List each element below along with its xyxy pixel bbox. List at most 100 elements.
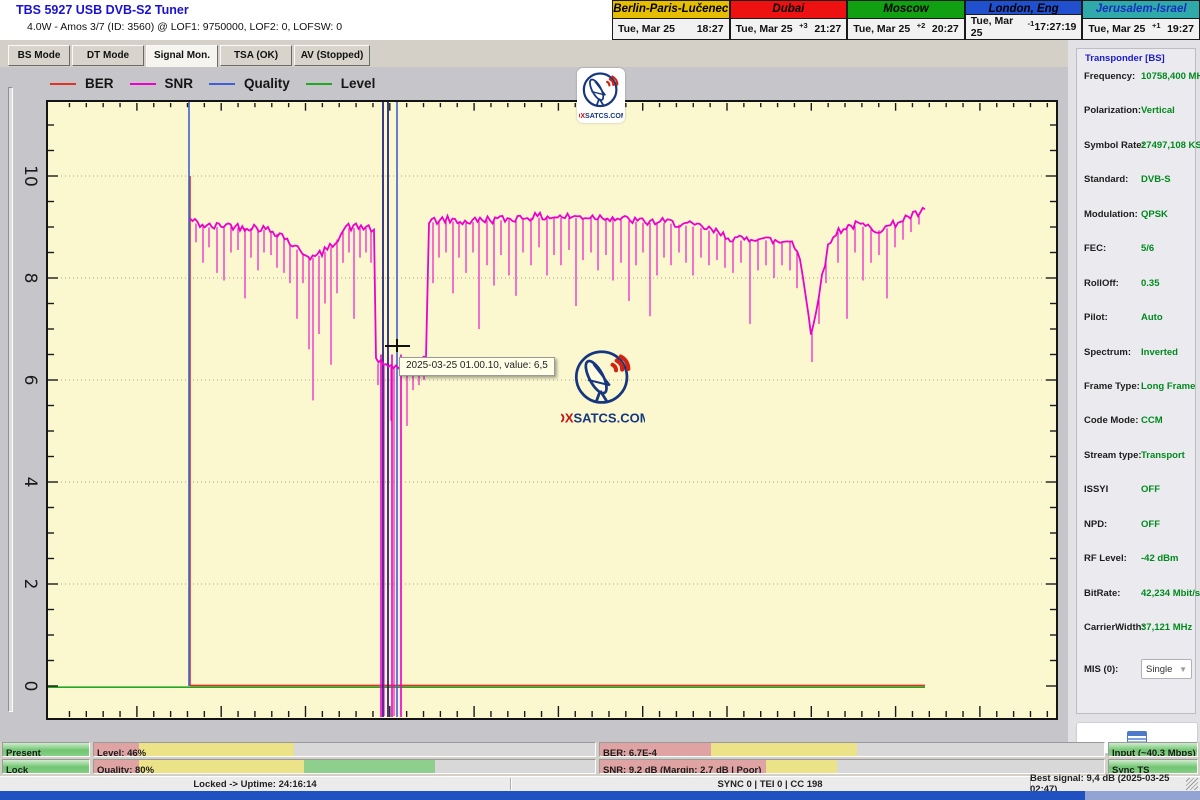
app-title: TBS 5927 USB DVB-S2 Tuner xyxy=(16,3,189,17)
clock-dubai: Dubai Tue, Mar 25 +3 21:27 xyxy=(730,0,848,40)
clock-date: Tue, Mar 25 xyxy=(1088,23,1145,35)
clock-city: Moscow xyxy=(848,1,964,19)
clock-london: London, Eng Tue, Mar 25 -1 17:27:19 xyxy=(965,0,1083,40)
quality-line-swatch xyxy=(209,83,235,85)
row-standard: Standard:DVB-S xyxy=(1084,174,1192,208)
dxsatcs-logo-small: DXSATCS.COM xyxy=(577,68,625,123)
status-best-signal: Best signal: 9,4 dB (2025-03-25 02:47) xyxy=(1030,777,1185,791)
clock-city: Dubai xyxy=(731,1,847,19)
tab-bs-mode[interactable]: BS Mode xyxy=(8,45,70,66)
ber-bar: BER: 6,7E-4 xyxy=(599,742,1105,757)
row-frame-type: Frame Type:Long Frame xyxy=(1084,381,1192,415)
clock-utc-offset: -1 xyxy=(1028,19,1035,28)
row-polarization: Polarization:Vertical xyxy=(1084,105,1192,139)
y-axis-label: 8 xyxy=(20,273,40,284)
bar-zone xyxy=(766,760,837,773)
row-spectrum: Spectrum:Inverted xyxy=(1084,347,1192,381)
svg-text:DXSATCS.COM: DXSATCS.COM xyxy=(561,410,645,425)
world-clocks: Berlin-Paris-Lučenec Tue, Mar 25 18:27 D… xyxy=(612,0,1200,40)
row-carrier-width: CarrierWidth:37,121 MHz xyxy=(1084,622,1192,656)
row-rolloff: RollOff:0.35 xyxy=(1084,278,1192,312)
satellite-dish-icon: DXSATCS.COM xyxy=(579,70,623,121)
status-uptime: Locked -> Uptime: 24:16:14 xyxy=(0,777,510,791)
level-line-swatch xyxy=(306,83,332,85)
right-panel-column: Transponder [BS] Frequency:10758,400 MHz… xyxy=(1068,40,1200,742)
row-npd: NPD:OFF xyxy=(1084,519,1192,553)
legend-item-quality: Quality xyxy=(209,76,290,91)
clock-city: Berlin-Paris-Lučenec xyxy=(613,1,729,19)
row-frequency: Frequency:10758,400 MHz xyxy=(1084,71,1192,105)
legend-item-snr: SNR xyxy=(130,76,194,91)
row-fec: FEC:5/6 xyxy=(1084,243,1192,277)
clock-utc-offset: +3 xyxy=(799,21,808,30)
snr-bar: SNR: 9,2 dB (Margin: 2,7 dB | Poor) xyxy=(599,759,1105,774)
svg-text:DXSATCS.COM: DXSATCS.COM xyxy=(579,113,623,120)
clock-time: 20:27 xyxy=(932,23,959,35)
resize-grip[interactable] xyxy=(1186,778,1198,790)
clock-date: Tue, Mar 25 xyxy=(971,15,1028,39)
snr-line-swatch xyxy=(130,83,156,85)
signal-chart[interactable] xyxy=(46,100,1058,720)
vertical-separator xyxy=(8,87,13,712)
dxsatcs-logo-large: DXSATCS.COM xyxy=(561,347,645,425)
y-axis-label: 10 xyxy=(20,165,40,187)
quality-bar: Quality: 80% xyxy=(93,759,596,774)
clock-time: 17:27:19 xyxy=(1034,21,1076,33)
input-indicator: Input (~40,3 Mbps) xyxy=(1108,742,1198,757)
clock-city: Jerusalem-Israel xyxy=(1083,1,1199,19)
legend-item-level: Level xyxy=(306,76,376,91)
chevron-down-icon: ▼ xyxy=(1179,665,1187,674)
clock-city: London, Eng xyxy=(966,1,1082,15)
row-stream-type: Stream type:Transport xyxy=(1084,450,1192,484)
y-axis-label: 4 xyxy=(20,477,40,488)
row-symbol-rate: Symbol Rate:27497,108 KS/s xyxy=(1084,140,1192,174)
row-issyi: ISSYIOFF xyxy=(1084,484,1192,518)
bar-zone xyxy=(304,760,434,773)
clock-time: 18:27 xyxy=(697,23,724,35)
bar-zone xyxy=(139,743,294,756)
y-axis-label: 6 xyxy=(20,375,40,386)
row-pilot: Pilot:Auto xyxy=(1084,312,1192,346)
signal-chart-svg xyxy=(46,100,1058,720)
signal-monitor-area: BER SNR Quality Level 0246810 D xyxy=(0,67,1075,742)
clock-date: Tue, Mar 25 xyxy=(736,23,793,35)
y-axis-label: 2 xyxy=(20,579,40,590)
ber-line-swatch xyxy=(50,83,76,85)
status-bar: Locked -> Uptime: 24:16:14 SYNC 0 | TEI … xyxy=(0,776,1200,791)
taskbar-edge-light xyxy=(1085,791,1200,800)
row-bitrate: BitRate:42,234 Mbit/s xyxy=(1084,588,1192,622)
tab-tsa[interactable]: TSA (OK) xyxy=(220,45,292,66)
window-title-area: TBS 5927 USB DVB-S2 Tuner 4.0W - Amos 3/… xyxy=(0,0,612,40)
row-rf-level: RF Level:-42 dBm xyxy=(1084,553,1192,587)
tab-signal-mon[interactable]: Signal Mon. xyxy=(146,45,218,68)
tab-dt-mode[interactable]: DT Mode xyxy=(72,45,144,66)
bar-zone xyxy=(711,743,857,756)
clock-time: 21:27 xyxy=(814,23,841,35)
legend-item-ber: BER xyxy=(50,76,114,91)
row-mis: MIS (0): Single ▼ xyxy=(1084,659,1192,679)
sync-ts-indicator: Sync TS xyxy=(1108,759,1198,774)
clock-date: Tue, Mar 25 xyxy=(853,23,910,35)
status-sync: SYNC 0 | TEI 0 | CC 198 xyxy=(510,777,1030,791)
crosshair-cursor xyxy=(396,339,398,352)
clock-time: 19:27 xyxy=(1167,23,1194,35)
present-indicator: Present xyxy=(2,742,90,757)
mis-select[interactable]: Single ▼ xyxy=(1141,659,1192,679)
mode-tabs: BS Mode DT Mode Signal Mon. TSA (OK) AV … xyxy=(8,45,370,68)
y-axis-label: 0 xyxy=(20,681,40,692)
bar-zone xyxy=(139,760,304,773)
clock-date: Tue, Mar 25 xyxy=(618,23,675,35)
chart-tooltip: 2025-03-25 01.00.10, value: 6,5 xyxy=(399,357,555,376)
plot-border xyxy=(47,101,1057,719)
satellite-dish-icon: DXSATCS.COM xyxy=(561,347,645,425)
tab-av[interactable]: AV (Stopped) xyxy=(294,45,370,66)
tuner-subtitle: 4.0W - Amos 3/7 (ID: 3560) @ LOF1: 97500… xyxy=(27,21,342,33)
transponder-panel: Transponder [BS] Frequency:10758,400 MHz… xyxy=(1076,48,1196,714)
transponder-rows: Frequency:10758,400 MHz Polarization:Ver… xyxy=(1084,71,1192,679)
taskbar-edge xyxy=(0,791,1200,800)
chart-legend: BER SNR Quality Level xyxy=(50,76,375,91)
clock-jerusalem: Jerusalem-Israel Tue, Mar 25 +1 19:27 xyxy=(1082,0,1200,40)
transponder-panel-title: Transponder [BS] xyxy=(1085,53,1165,64)
clock-berlin: Berlin-Paris-Lučenec Tue, Mar 25 18:27 xyxy=(612,0,730,40)
clock-utc-offset: +2 xyxy=(917,21,926,30)
